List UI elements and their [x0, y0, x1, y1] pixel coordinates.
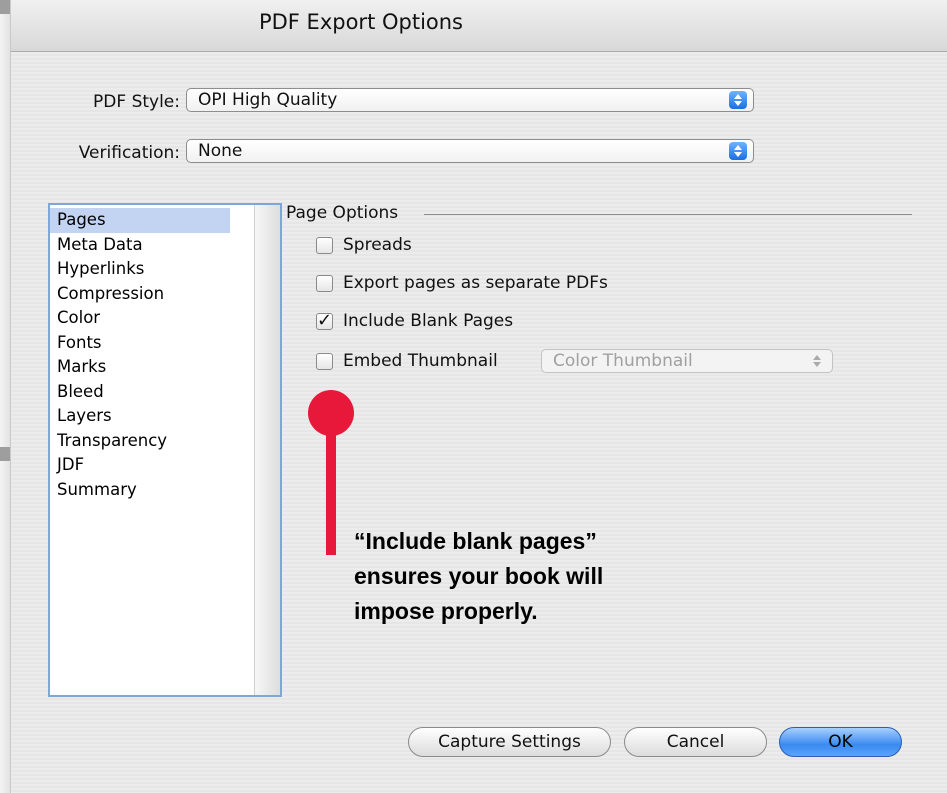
verification-label: Verification:: [78, 143, 180, 163]
list-item-color[interactable]: Color: [50, 306, 255, 331]
ok-button[interactable]: OK: [779, 727, 902, 757]
list-item-summary[interactable]: Summary: [50, 478, 255, 503]
thumbnail-type-select[interactable]: Color Thumbnail: [541, 349, 833, 373]
list-item-fonts[interactable]: Fonts: [50, 331, 255, 356]
capture-settings-button[interactable]: Capture Settings: [408, 727, 611, 757]
annotation-line: impose properly.: [354, 598, 538, 624]
pdf-style-value: OPI High Quality: [198, 90, 338, 110]
annotation-line: “Include blank pages”: [354, 528, 597, 554]
embed-thumbnail-label: Embed Thumbnail: [343, 351, 498, 371]
list-item-bleed[interactable]: Bleed: [50, 380, 255, 405]
select-arrows-icon: [729, 142, 747, 160]
spreads-label: Spreads: [343, 235, 412, 255]
pdf-export-dialog: PDF Export Options PDF Style: OPI High Q…: [10, 0, 947, 793]
list-item-compression[interactable]: Compression: [50, 282, 255, 307]
include-blank-pages-option[interactable]: ✓ Include Blank Pages: [316, 308, 513, 334]
edge-tick: [0, 0, 10, 14]
list-item-transparency[interactable]: Transparency: [50, 429, 255, 454]
list-scrollbar[interactable]: [254, 205, 280, 695]
separate-pdfs-option[interactable]: Export pages as separate PDFs: [316, 270, 608, 296]
thumbnail-type-value: Color Thumbnail: [553, 351, 693, 371]
dialog-title: PDF Export Options: [258, 10, 464, 34]
spreads-checkbox[interactable]: [316, 236, 333, 254]
title-bar: PDF Export Options: [11, 0, 947, 52]
cancel-button[interactable]: Cancel: [624, 727, 767, 757]
checkmark-icon: ✓: [317, 309, 333, 331]
annotation-marker-line: [326, 425, 336, 555]
select-arrows-icon: [808, 352, 826, 370]
include-blank-pages-checkbox[interactable]: ✓: [316, 309, 333, 331]
list-item-marks[interactable]: Marks: [50, 355, 255, 380]
verification-value: None: [198, 141, 243, 161]
list-item-layers[interactable]: Layers: [50, 404, 255, 429]
verification-select[interactable]: None: [186, 139, 754, 163]
select-arrows-icon: [729, 91, 747, 109]
pdf-style-select[interactable]: OPI High Quality: [186, 88, 754, 112]
category-list-items: Pages Meta Data Hyperlinks Compression C…: [50, 208, 255, 502]
pdf-style-label: PDF Style:: [93, 92, 180, 112]
include-blank-pages-label: Include Blank Pages: [343, 311, 514, 331]
list-item-hyperlinks[interactable]: Hyperlinks: [50, 257, 255, 282]
edge-tick: [0, 447, 10, 461]
list-item-pages[interactable]: Pages: [50, 208, 230, 233]
category-list[interactable]: Pages Meta Data Hyperlinks Compression C…: [48, 203, 282, 697]
section-divider: [424, 214, 912, 215]
page-options-title: Page Options: [286, 203, 399, 223]
embed-thumbnail-option[interactable]: Embed Thumbnail: [316, 348, 498, 374]
annotation-callout: “Include blank pages” ensures your book …: [354, 524, 684, 629]
background-window-edge: [0, 0, 10, 793]
separate-pdfs-label: Export pages as separate PDFs: [343, 273, 608, 293]
separate-pdfs-checkbox[interactable]: [316, 274, 333, 292]
spreads-option[interactable]: Spreads: [316, 232, 412, 258]
embed-thumbnail-checkbox[interactable]: [316, 352, 333, 370]
list-item-meta-data[interactable]: Meta Data: [50, 233, 255, 258]
annotation-line: ensures your book will: [354, 563, 604, 589]
list-item-jdf[interactable]: JDF: [50, 453, 255, 478]
